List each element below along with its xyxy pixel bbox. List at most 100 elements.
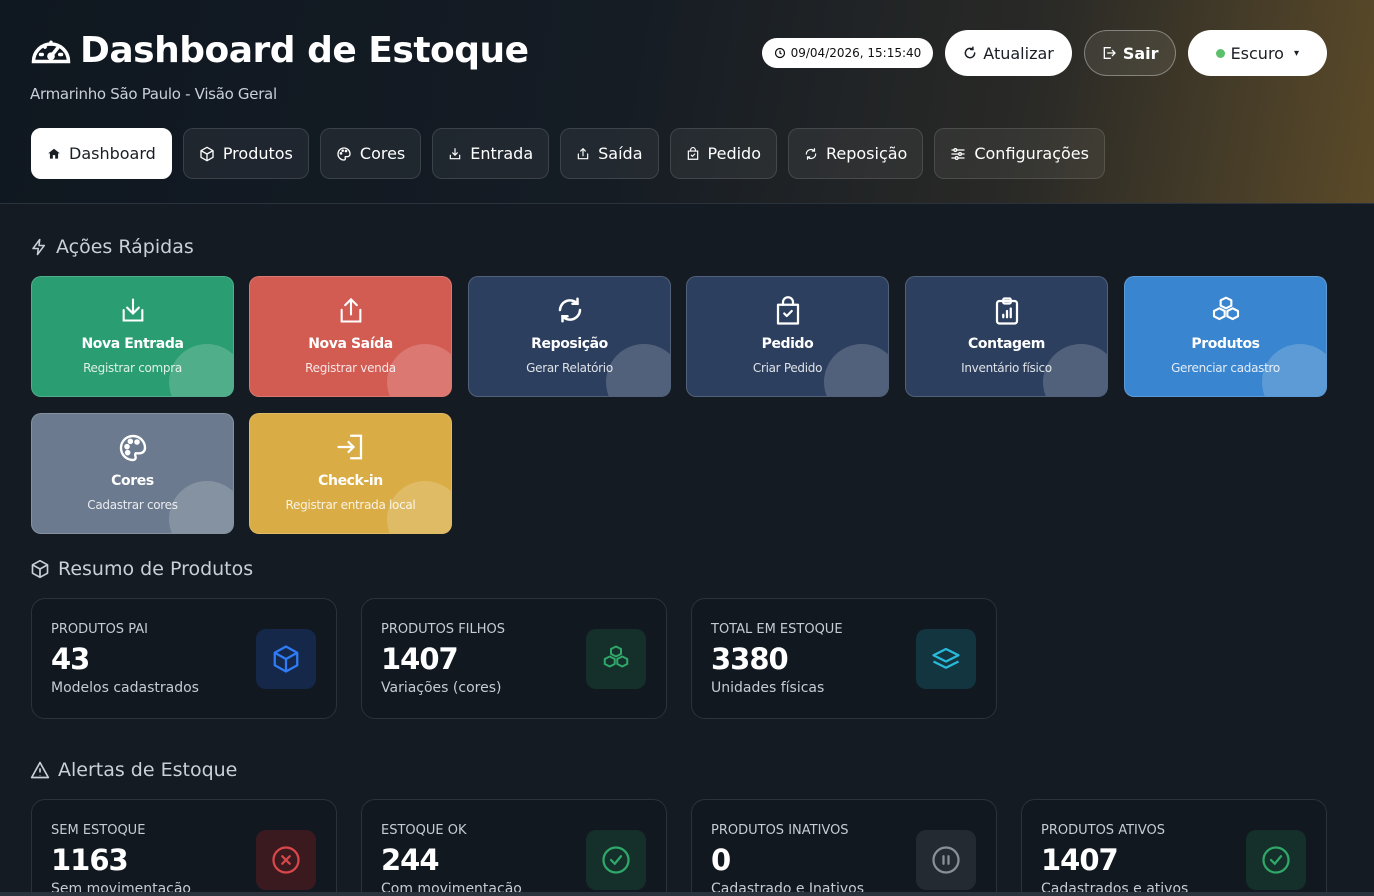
- refresh-label: Atualizar: [983, 43, 1054, 63]
- page-title: Dashboard de Estoque: [80, 30, 529, 71]
- download-icon: [122, 298, 143, 322]
- tab-dashboard[interactable]: Dashboard: [31, 128, 172, 179]
- tab-cores[interactable]: Cores: [319, 128, 422, 179]
- tab-label: Configurações: [974, 144, 1089, 163]
- section-heading: Alertas de Estoque: [58, 759, 238, 781]
- quick-action-reposicao[interactable]: Reposição Gerar Relatório: [468, 276, 671, 397]
- quick-action-nova-entrada[interactable]: Nova Entrada Registrar compra: [31, 276, 234, 397]
- alerts-title: Alertas de Estoque: [30, 759, 237, 781]
- stat-label: PRODUTOS ATIVOS: [1041, 823, 1165, 838]
- tab-entrada[interactable]: Entrada: [432, 128, 550, 179]
- upload-icon: [340, 297, 361, 323]
- quick-actions-title: Ações Rápidas: [30, 236, 194, 258]
- logout-icon: [1103, 47, 1116, 59]
- quick-action-subtitle: Registrar compra: [83, 361, 182, 375]
- quick-action-title: Nova Saída: [308, 336, 393, 352]
- quick-action-subtitle: Cadastrar cores: [87, 498, 178, 512]
- home-icon: [48, 148, 60, 159]
- stat-value: 1163: [51, 843, 129, 877]
- stat-card-total-estoque: TOTAL EM ESTOQUE 3380 Unidades físicas: [691, 598, 997, 719]
- tab-label: Entrada: [470, 144, 534, 163]
- boxes-icon: [603, 645, 629, 668]
- clipboard-chart-icon: [995, 297, 1018, 325]
- stat-icon-box: [916, 629, 976, 689]
- tab-configuracoes[interactable]: Configurações: [934, 128, 1105, 179]
- header-actions: 09/04/2026, 15:15:40 Atualizar Sair Escu…: [761, 30, 1327, 76]
- boxes-icon: [1212, 296, 1239, 321]
- main-nav: Dashboard Produtos Cores Entrada Saída P…: [31, 128, 1105, 179]
- quick-action-contagem[interactable]: Contagem Inventário físico: [905, 276, 1108, 397]
- tab-label: Reposição: [825, 144, 908, 163]
- refresh-icon: [805, 147, 817, 160]
- logout-button[interactable]: Sair: [1083, 30, 1176, 76]
- layers-icon: [932, 647, 960, 669]
- quick-action-produtos[interactable]: Produtos Gerenciar cadastro: [1124, 276, 1327, 397]
- stat-label: PRODUTOS INATIVOS: [711, 823, 849, 838]
- refresh-icon: [964, 46, 976, 59]
- stat-card-produtos-pai: PRODUTOS PAI 43 Modelos cadastrados: [31, 598, 337, 719]
- pause-circle-icon: [932, 846, 960, 874]
- tab-label: Dashboard: [69, 144, 156, 163]
- status-dot: [1215, 48, 1225, 58]
- package-icon: [200, 146, 214, 161]
- stat-icon-box: [586, 629, 646, 689]
- quick-action-subtitle: Registrar entrada local: [285, 498, 416, 512]
- tab-label: Produtos: [222, 144, 293, 163]
- stat-label: ESTOQUE OK: [381, 823, 467, 838]
- upload-icon: [577, 147, 589, 159]
- header: Dashboard de Estoque Armarinho São Paulo…: [0, 0, 1374, 204]
- stat-description: Modelos cadastrados: [51, 680, 199, 696]
- quick-action-title: Cores: [111, 473, 154, 489]
- quick-action-title: Contagem: [968, 336, 1045, 352]
- quick-action-title: Check-in: [318, 473, 383, 489]
- alert-card-estoque-ok: ESTOQUE OK 244 Com movimentação: [361, 799, 667, 896]
- quick-action-pedido[interactable]: Pedido Criar Pedido: [686, 276, 889, 397]
- download-icon: [450, 147, 461, 159]
- stat-card-produtos-filhos: PRODUTOS FILHOS 1407 Variações (cores): [361, 598, 667, 719]
- quick-action-subtitle: Inventário físico: [961, 361, 1052, 375]
- sliders-icon: [951, 147, 966, 160]
- quick-action-check-in[interactable]: Check-in Registrar entrada local: [249, 413, 452, 534]
- stat-value: 1407: [1041, 843, 1119, 877]
- cube-icon: [273, 645, 299, 673]
- palette-icon: [119, 434, 146, 462]
- package-icon: [31, 559, 49, 579]
- quick-action-subtitle: Registrar venda: [305, 361, 396, 375]
- quick-action-nova-saida[interactable]: Nova Saída Registrar venda: [249, 276, 452, 397]
- shopping-bag-icon: [776, 296, 799, 325]
- alert-card-produtos-ativos: PRODUTOS ATIVOS 1407 Cadastrados e ativo…: [1021, 799, 1327, 896]
- stat-description: Unidades físicas: [711, 680, 825, 696]
- check-circle-icon: [1262, 846, 1290, 874]
- section-heading: Resumo de Produtos: [58, 558, 254, 580]
- stat-label: SEM ESTOQUE: [51, 823, 146, 838]
- tab-reposicao[interactable]: Reposição: [787, 128, 924, 179]
- timestamp-badge: 09/04/2026, 15:15:40: [761, 38, 934, 68]
- stat-description: Variações (cores): [381, 680, 502, 696]
- shopping-bag-icon: [687, 146, 698, 160]
- tab-saida[interactable]: Saída: [560, 128, 659, 179]
- quick-action-subtitle: Gerenciar cadastro: [1171, 361, 1280, 375]
- theme-label: Escuro: [1230, 43, 1284, 63]
- quick-action-cores[interactable]: Cores Cadastrar cores: [31, 413, 234, 534]
- quick-action-title: Pedido: [761, 336, 814, 352]
- section-heading: Ações Rápidas: [56, 236, 194, 258]
- clock-icon: [774, 47, 785, 59]
- alert-card-sem-estoque: SEM ESTOQUE 1163 Sem movimentação: [31, 799, 337, 896]
- theme-dropdown[interactable]: Escuro ▾: [1187, 30, 1327, 76]
- page-subtitle: Armarinho São Paulo - Visão Geral: [30, 85, 277, 103]
- stat-value: 0: [711, 843, 731, 877]
- quick-action-subtitle: Gerar Relatório: [526, 361, 613, 375]
- tab-label: Cores: [359, 144, 406, 163]
- stat-icon-box: [1246, 830, 1306, 890]
- stat-icon-box: [916, 830, 976, 890]
- bottom-scrollbar[interactable]: [0, 892, 1374, 896]
- alert-card-produtos-inativos: PRODUTOS INATIVOS 0 Cadastrado e Inativo…: [691, 799, 997, 896]
- logout-label: Sair: [1122, 43, 1159, 63]
- timestamp-text: 09/04/2026, 15:15:40: [790, 46, 922, 60]
- chevron-down-icon: ▾: [1293, 47, 1299, 59]
- quick-action-subtitle: Criar Pedido: [752, 361, 823, 375]
- tab-produtos[interactable]: Produtos: [182, 128, 309, 179]
- tab-pedido[interactable]: Pedido: [669, 128, 777, 179]
- stat-value: 244: [381, 843, 440, 877]
- refresh-button[interactable]: Atualizar: [945, 30, 1072, 76]
